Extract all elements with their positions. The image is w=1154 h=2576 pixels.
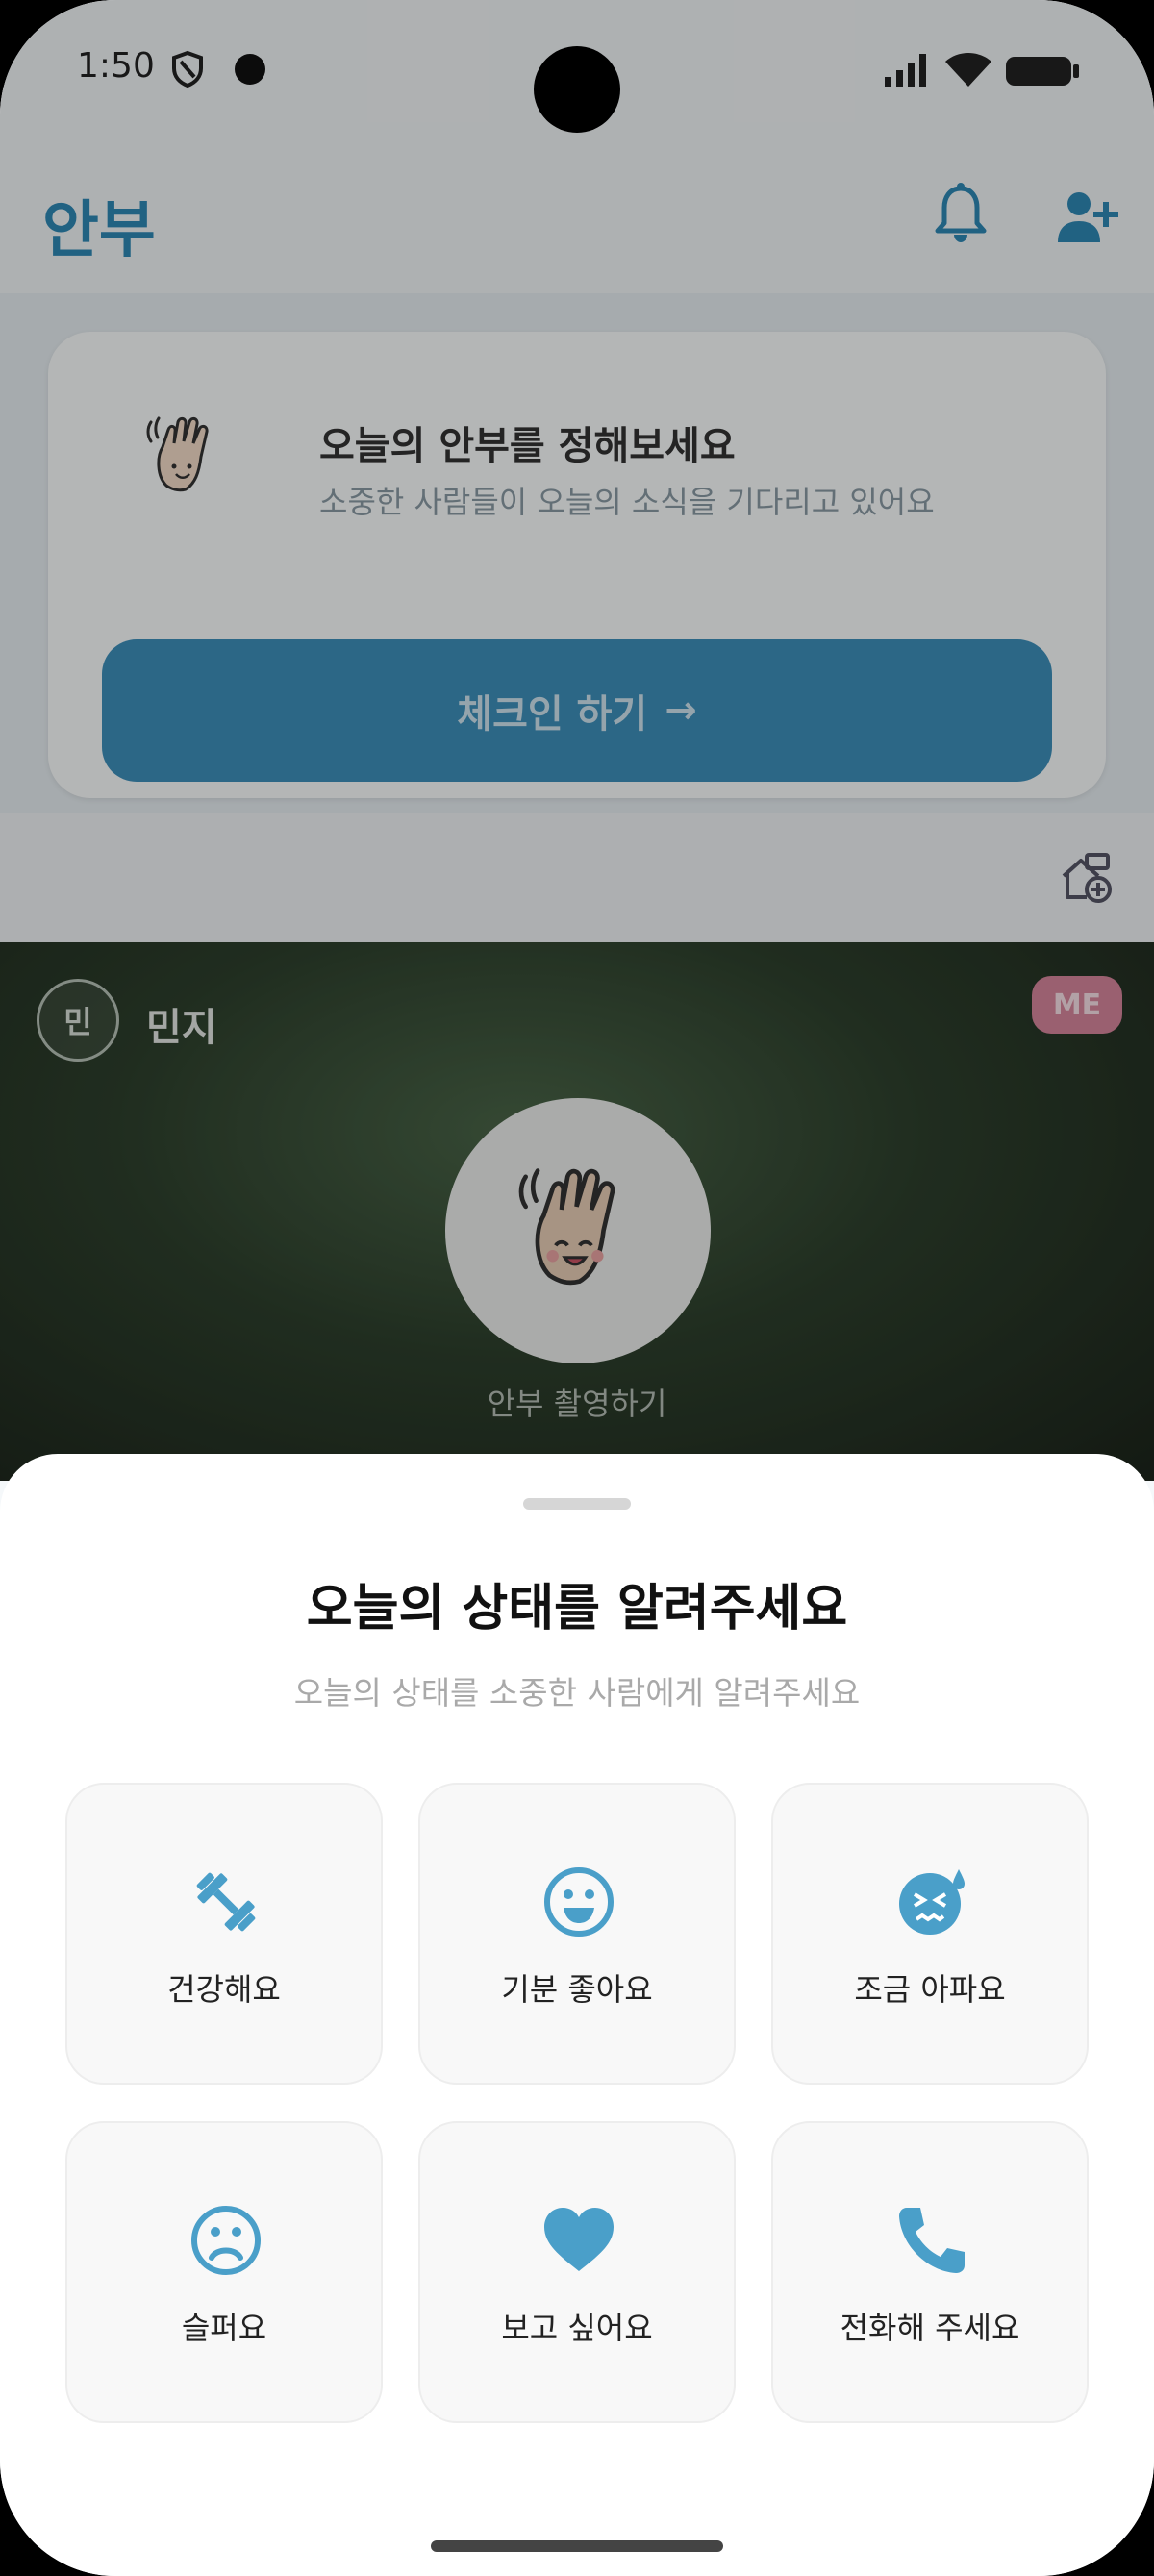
sad-face-icon xyxy=(191,2206,261,2275)
heart-icon xyxy=(544,2208,614,2271)
phone-screen: 1:50 안부 오늘의 안부를 정해보세요 소중한 사람들이 오늘의 소식을 기… xyxy=(0,0,1154,2576)
status-option-miss-you[interactable]: 보고 싶어요 xyxy=(418,2121,736,2423)
dumbbell-icon xyxy=(196,1872,256,1932)
modal-scrim[interactable] xyxy=(0,0,1154,1481)
status-option-call-me[interactable]: 전화해 주세요 xyxy=(771,2121,1089,2423)
status-option-label: 기분 좋아요 xyxy=(501,1971,653,2008)
status-option-label: 건강해요 xyxy=(167,1971,281,2008)
status-option-a-bit-sick[interactable]: 조금 아파요 xyxy=(771,1783,1089,2085)
status-option-label: 조금 아파요 xyxy=(854,1971,1006,2008)
sheet-drag-handle[interactable] xyxy=(523,1498,631,1510)
status-option-label: 전화해 주세요 xyxy=(840,2310,1020,2346)
status-option-label: 슬퍼요 xyxy=(181,2310,267,2346)
status-option-good-mood[interactable]: 기분 좋아요 xyxy=(418,1783,736,2085)
smile-icon xyxy=(544,1867,614,1937)
status-bottom-sheet: 오늘의 상태를 알려주세요 오늘의 상태를 소중한 사람에게 알려주세요 건강해… xyxy=(0,1454,1154,2576)
status-option-healthy[interactable]: 건강해요 xyxy=(65,1783,383,2085)
status-option-label: 보고 싶어요 xyxy=(501,2310,653,2346)
sheet-title: 오늘의 상태를 알려주세요 xyxy=(306,1580,848,1638)
sick-face-icon xyxy=(899,1869,965,1935)
phone-icon xyxy=(899,2208,965,2273)
home-indicator[interactable] xyxy=(431,2540,723,2552)
status-option-sad[interactable]: 슬퍼요 xyxy=(65,2121,383,2423)
sheet-subtitle: 오늘의 상태를 소중한 사람에게 알려주세요 xyxy=(293,1674,861,1712)
